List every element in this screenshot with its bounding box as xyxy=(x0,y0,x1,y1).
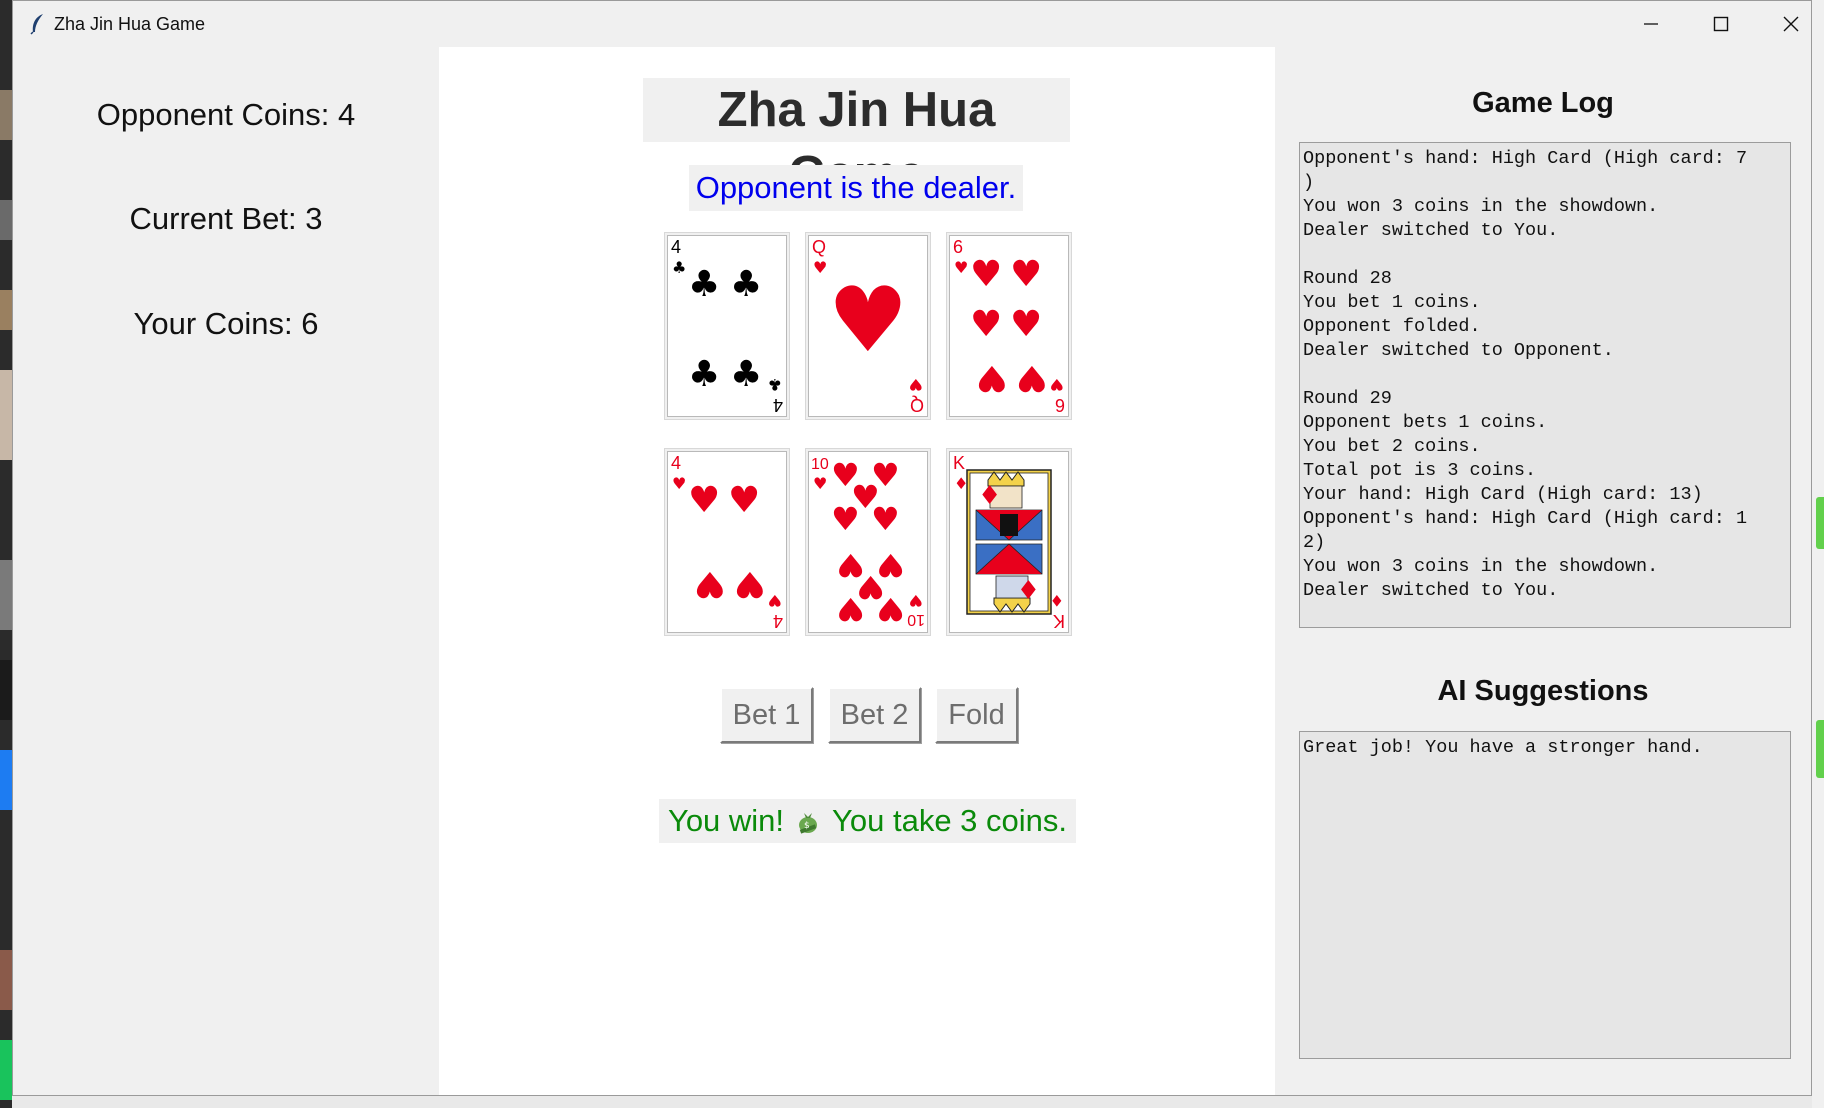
game-log-title: Game Log xyxy=(1472,87,1614,119)
your-coins-label: Your Coins: 6 xyxy=(133,306,319,341)
svg-text:♥: ♥ xyxy=(1010,254,1042,295)
title-bar: Zha Jin Hua Game xyxy=(13,1,1811,47)
center-panel: Zha Jin Hua Game Opponent is the dealer.… xyxy=(439,47,1275,1095)
svg-text:♥: ♥ xyxy=(970,254,1002,295)
svg-text:♣: ♣ xyxy=(672,258,686,277)
svg-text:♥: ♥ xyxy=(909,375,923,394)
svg-text:♣: ♣ xyxy=(688,264,720,305)
svg-text:4: 4 xyxy=(671,453,681,473)
svg-text:♥: ♥ xyxy=(1016,357,1048,398)
svg-text:Q: Q xyxy=(910,395,924,415)
dealer-status: Opponent is the dealer. xyxy=(689,165,1023,211)
svg-text:♥: ♥ xyxy=(1050,375,1064,394)
svg-text:♥: ♥ xyxy=(954,258,968,277)
svg-text:♦: ♦ xyxy=(1050,591,1064,610)
svg-text:♥: ♥ xyxy=(734,563,766,604)
svg-text:♥: ♥ xyxy=(836,546,865,584)
svg-text:10: 10 xyxy=(907,611,925,628)
svg-text:♥: ♥ xyxy=(909,591,923,610)
svg-text:♣: ♣ xyxy=(768,375,782,394)
feather-icon xyxy=(30,14,43,35)
bet-1-button[interactable]: Bet 1 xyxy=(720,687,813,743)
svg-text:$: $ xyxy=(804,821,810,831)
svg-text:♥: ♥ xyxy=(976,357,1008,398)
result-message: You win! $ You take 3 coins. xyxy=(659,799,1076,843)
six-of-hearts-card: 6 ♥ ♥ ♥ ♥ ♥ ♥ ♥ 6 ♥ xyxy=(953,237,1065,415)
svg-text:4: 4 xyxy=(671,237,681,257)
opponent-card-3: 6 ♥ ♥ ♥ ♥ ♥ ♥ ♥ 6 ♥ xyxy=(949,235,1069,417)
four-of-clubs-card: 4 ♣ ♣ ♣ ♣ ♣ 4 ♣ xyxy=(671,237,783,415)
queen-of-hearts-card: Q ♥ ♥ Q ♥ xyxy=(812,237,924,415)
close-button[interactable] xyxy=(1756,1,1824,47)
svg-text:♣: ♣ xyxy=(730,354,762,395)
four-of-hearts-card: 4 ♥ ♥ ♥ ♥ ♥ 4 ♥ xyxy=(671,453,783,631)
svg-text:4: 4 xyxy=(773,395,783,415)
right-panel: Game Log Opponent's hand: High Card (Hig… xyxy=(1275,47,1811,1095)
minimize-button[interactable] xyxy=(1616,1,1686,47)
svg-text:10: 10 xyxy=(811,456,829,473)
svg-text:♥: ♥ xyxy=(688,480,720,521)
player-card-2: 10 ♥ ♥ ♥ ♥ ♥ ♥ ♥ ♥ ♥ ♥ ♥ 10 ♥ xyxy=(808,451,928,633)
game-title: Zha Jin Hua Game xyxy=(643,78,1070,201)
left-panel: Opponent Coins: 4 Current Bet: 3 Your Co… xyxy=(13,47,439,1095)
desktop-edge xyxy=(0,0,12,1108)
minimize-icon xyxy=(1644,23,1658,25)
svg-text:6: 6 xyxy=(1055,395,1065,415)
svg-text:♥: ♥ xyxy=(694,563,726,604)
player-card-1: 4 ♥ ♥ ♥ ♥ ♥ 4 ♥ xyxy=(667,451,787,633)
svg-text:♥: ♥ xyxy=(1010,304,1042,345)
result-text-coins: You take 3 coins. xyxy=(832,803,1068,838)
opponent-coins-label: Opponent Coins: 4 xyxy=(96,97,356,132)
window-title: Zha Jin Hua Game xyxy=(54,14,206,34)
ai-suggestions-textbox[interactable]: Great job! You have a stronger hand. xyxy=(1299,731,1791,1059)
close-icon xyxy=(1783,16,1799,32)
svg-text:♥: ♥ xyxy=(672,474,686,493)
svg-text:♣: ♣ xyxy=(688,354,720,395)
svg-text:♦: ♦ xyxy=(978,481,1001,511)
svg-text:♦: ♦ xyxy=(954,474,968,493)
svg-text:♦: ♦ xyxy=(1017,573,1040,603)
maximize-icon xyxy=(1713,16,1729,32)
game-log-textbox[interactable]: Opponent's hand: High Card (High card: 7… xyxy=(1299,142,1791,628)
svg-text:K: K xyxy=(953,453,965,473)
king-of-diamonds-card: K ♦ ♦ ♦ K ♦ xyxy=(953,453,1065,631)
money-bag-icon: $ xyxy=(799,813,818,834)
svg-text:♥: ♥ xyxy=(813,474,827,493)
opponent-card-1: 4 ♣ ♣ ♣ ♣ ♣ 4 ♣ xyxy=(667,235,787,417)
svg-text:♥: ♥ xyxy=(828,268,909,373)
desktop-right-edge xyxy=(1812,0,1824,1108)
fold-button[interactable]: Fold xyxy=(935,687,1018,743)
bet-2-button[interactable]: Bet 2 xyxy=(828,687,921,743)
desktop-bottom-strip xyxy=(12,1096,1824,1108)
maximize-button[interactable] xyxy=(1686,1,1756,47)
result-text-win: You win! xyxy=(667,803,785,838)
svg-text:6: 6 xyxy=(953,237,963,257)
app-window: Zha Jin Hua Game Opponent Coins: 4 Curre… xyxy=(12,0,1812,1096)
svg-text:♥: ♥ xyxy=(970,304,1002,345)
svg-text:♥: ♥ xyxy=(871,500,900,538)
svg-text:♥: ♥ xyxy=(876,546,905,584)
svg-text:♥: ♥ xyxy=(831,500,860,538)
svg-text:♥: ♥ xyxy=(768,591,782,610)
svg-text:♥: ♥ xyxy=(728,480,760,521)
svg-text:♣: ♣ xyxy=(730,264,762,305)
svg-text:Q: Q xyxy=(812,237,826,257)
opponent-card-2: Q ♥ ♥ Q ♥ xyxy=(808,235,928,417)
svg-text:K: K xyxy=(1053,611,1065,631)
current-bet-label: Current Bet: 3 xyxy=(129,201,323,236)
player-card-3: K ♦ ♦ ♦ K ♦ xyxy=(949,451,1069,633)
ten-of-hearts-card: 10 ♥ ♥ ♥ ♥ ♥ ♥ ♥ ♥ ♥ ♥ ♥ 10 ♥ xyxy=(811,456,925,628)
svg-text:4: 4 xyxy=(773,611,783,631)
ai-suggestions-title: AI Suggestions xyxy=(1437,675,1649,707)
svg-text:♥: ♥ xyxy=(813,258,827,277)
